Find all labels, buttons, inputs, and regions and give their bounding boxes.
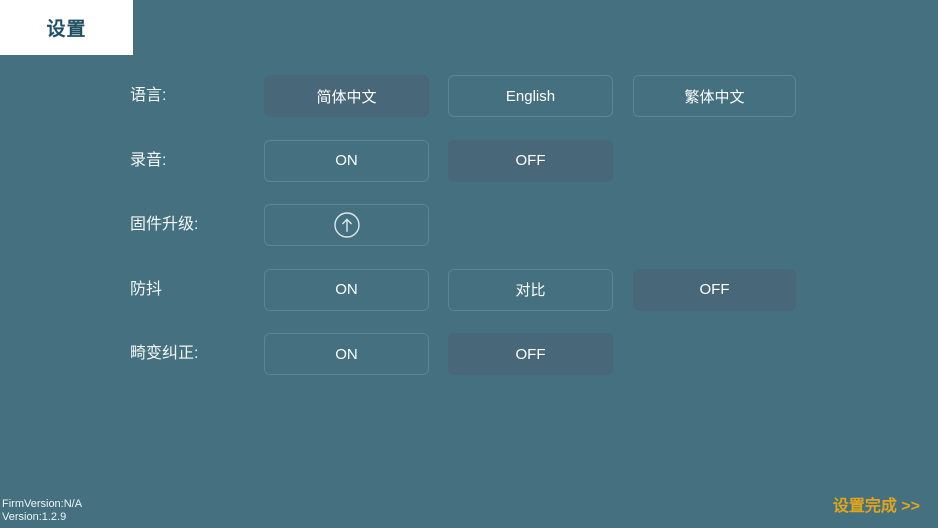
- settings-row-label-recording: 录音:: [130, 151, 167, 169]
- settings-row-label-distortion-correction: 畸变纠正:: [130, 345, 199, 362]
- firmware-upgrade-button[interactable]: [264, 204, 429, 246]
- settings-option-language-1[interactable]: English: [448, 75, 613, 117]
- settings-row-recording: 录音: ON OFF: [0, 139, 938, 182]
- firmware-version-text: FirmVersion:N/A: [2, 498, 83, 510]
- settings-option-anti-shake-2[interactable]: OFF: [633, 268, 796, 311]
- settings-option-label: OFF: [699, 281, 730, 298]
- settings-option-recording-0[interactable]: ON: [264, 139, 429, 182]
- settings-option-label: 简体中文: [316, 88, 377, 106]
- settings-row-label-language: 语言:: [130, 87, 167, 104]
- tab-bar: 设置: [0, 0, 938, 55]
- settings-option-label: ON: [335, 281, 358, 298]
- tab-settings[interactable]: 设置: [0, 0, 133, 55]
- settings-option-label: ON: [335, 345, 358, 363]
- settings-option-label: 对比: [515, 282, 546, 299]
- settings-row-distortion-correction: 畸变纠正: ON OFF: [0, 333, 938, 375]
- version-info: FirmVersion:N/A Version:1.2.9: [2, 498, 82, 524]
- settings-option-label: OFF: [515, 152, 546, 169]
- tab-settings-label: 设置: [46, 19, 87, 40]
- settings-option-anti-shake-1[interactable]: 对比: [448, 268, 613, 311]
- settings-row-label-firmware-upgrade: 固件升级:: [130, 216, 199, 233]
- settings-option-distortion-correction-0[interactable]: ON: [264, 333, 429, 375]
- app-version-text: Version:1.2.9: [2, 511, 67, 523]
- settings-row-language: 语言: 简体中文 English 繁体中文: [0, 75, 938, 117]
- settings-option-language-2[interactable]: 繁体中文: [633, 75, 796, 117]
- settings-option-distortion-correction-1[interactable]: OFF: [448, 333, 613, 375]
- settings-option-anti-shake-0[interactable]: ON: [264, 268, 429, 311]
- settings-row-label-anti-shake: 防抖: [130, 280, 163, 298]
- settings-option-label: 繁体中文: [684, 88, 745, 106]
- settings-option-label: English: [505, 87, 556, 105]
- settings-option-label: OFF: [515, 345, 546, 363]
- settings-screen: 设置 语言: 简体中文 English 繁体中文录音: ON OFF 固件升级: 防抖 ON 对比…: [0, 0, 938, 528]
- settings-row-firmware-upgrade: 固件升级:: [0, 204, 938, 246]
- upload-arrow-circle-icon: [333, 211, 361, 239]
- settings-option-label: ON: [335, 152, 358, 169]
- settings-done-button[interactable]: 设置完成 >>: [833, 492, 920, 516]
- settings-option-language-0[interactable]: 简体中文: [264, 75, 429, 117]
- settings-row-anti-shake: 防抖 ON 对比 OFF: [0, 268, 938, 311]
- settings-option-recording-1[interactable]: OFF: [448, 139, 613, 182]
